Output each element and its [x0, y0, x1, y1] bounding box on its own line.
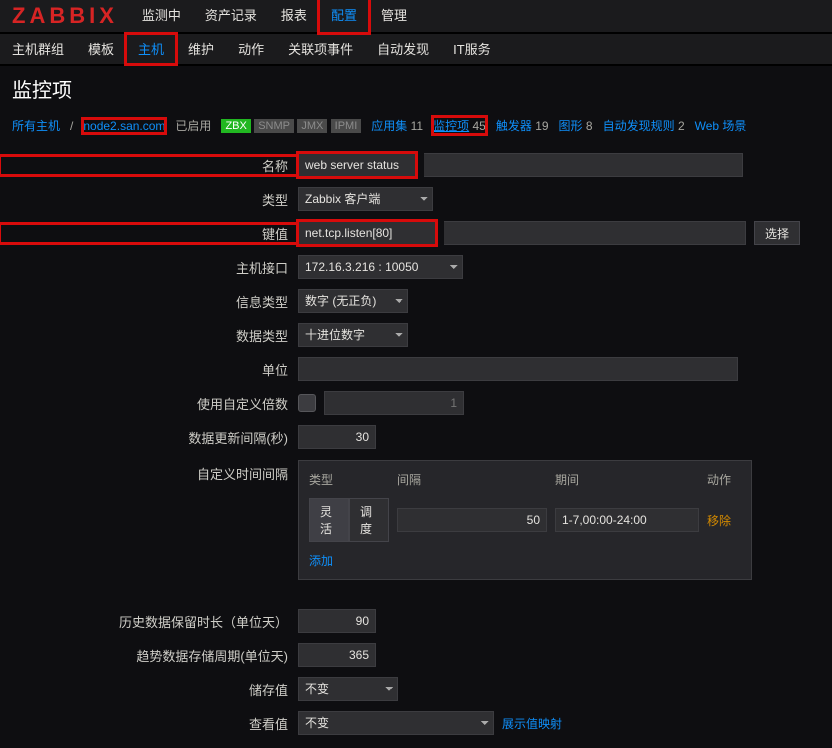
label-multiplier: 使用自定义倍数: [0, 394, 298, 413]
host-bar: 所有主机 / node2.san.com 已启用 ZBX SNMP JMX IP…: [0, 111, 832, 140]
nav-monitoring[interactable]: 监测中: [130, 0, 193, 33]
zabbix-logo: ZABBIX: [0, 3, 130, 29]
badge-snmp: SNMP: [254, 119, 294, 133]
interval-add-link[interactable]: 添加: [309, 552, 741, 569]
subnav-hostgroups[interactable]: 主机群组: [0, 34, 76, 64]
nav-configuration[interactable]: 配置: [319, 0, 369, 33]
unit-input[interactable]: [298, 357, 738, 381]
link-graphs[interactable]: 图形: [559, 119, 583, 133]
interval-remove-link[interactable]: 移除: [707, 514, 731, 528]
label-update-interval: 数据更新间隔(秒): [0, 428, 298, 447]
badge-zbx: ZBX: [221, 119, 250, 133]
all-hosts-link[interactable]: 所有主机: [12, 117, 60, 134]
page-title: 监控项: [0, 66, 832, 111]
label-unit: 单位: [0, 360, 298, 379]
link-applications[interactable]: 应用集: [371, 119, 407, 133]
badge-jmx: JMX: [297, 119, 327, 133]
subnav-templates[interactable]: 模板: [76, 34, 126, 64]
subnav-correlation[interactable]: 关联项事件: [276, 34, 365, 64]
main-nav: ZABBIX 监测中 资产记录 报表 配置 管理: [0, 0, 832, 34]
badge-ipmi: IPMI: [331, 119, 362, 133]
label-show-value: 查看值: [0, 714, 298, 733]
data-type-select[interactable]: 十进位数字: [298, 323, 408, 347]
update-interval-input[interactable]: [298, 425, 376, 449]
link-web-scenarios[interactable]: Web 场景: [695, 119, 747, 133]
link-triggers[interactable]: 触发器: [496, 119, 532, 133]
multiplier-input: [324, 391, 464, 415]
multiplier-checkbox[interactable]: [298, 394, 316, 412]
type-select[interactable]: Zabbix 客户端: [298, 187, 433, 211]
label-store-value: 储存值: [0, 680, 298, 699]
interface-select[interactable]: 172.16.3.216 : 10050: [298, 255, 463, 279]
subnav-maintenance[interactable]: 维护: [176, 34, 226, 64]
link-discovery-rules[interactable]: 自动发现规则: [603, 119, 675, 133]
label-data-type: 数据类型: [0, 326, 298, 345]
link-items[interactable]: 监控项: [433, 119, 469, 133]
label-name: 名称: [0, 156, 298, 175]
subnav-discovery[interactable]: 自动发现: [365, 34, 441, 64]
key-input[interactable]: [298, 221, 436, 245]
history-input[interactable]: [298, 609, 376, 633]
label-custom-intervals: 自定义时间间隔: [0, 460, 298, 483]
value-mapping-link[interactable]: 展示值映射: [502, 715, 562, 732]
label-history: 历史数据保留时长（单位天）: [0, 612, 298, 631]
interval-value-input[interactable]: [397, 508, 547, 532]
status-enabled: 已启用: [175, 117, 211, 134]
subnav-actions[interactable]: 动作: [226, 34, 276, 64]
store-value-select[interactable]: 不变: [298, 677, 398, 701]
info-type-select[interactable]: 数字 (无正负): [298, 289, 408, 313]
subnav-itservices[interactable]: IT服务: [441, 34, 503, 64]
label-type: 类型: [0, 190, 298, 209]
interval-period-input[interactable]: [555, 508, 699, 532]
label-interface: 主机接口: [0, 258, 298, 277]
label-info-type: 信息类型: [0, 292, 298, 311]
nav-administration[interactable]: 管理: [369, 0, 419, 33]
label-trend: 趋势数据存储周期(单位天): [0, 646, 298, 665]
interval-type-toggle[interactable]: 灵活调度: [309, 498, 389, 542]
subnav-hosts[interactable]: 主机: [126, 34, 176, 64]
custom-intervals: 类型 间隔 期间 动作 灵活调度 移除 添加: [298, 460, 752, 580]
key-select-button[interactable]: 选择: [754, 221, 800, 245]
sub-nav: 主机群组 模板 主机 维护 动作 关联项事件 自动发现 IT服务: [0, 34, 832, 66]
nav-inventory[interactable]: 资产记录: [193, 0, 269, 33]
name-input[interactable]: [298, 153, 416, 177]
trend-input[interactable]: [298, 643, 376, 667]
label-key: 键值: [0, 224, 298, 243]
nav-reports[interactable]: 报表: [269, 0, 319, 33]
host-link[interactable]: node2.san.com: [83, 119, 165, 133]
